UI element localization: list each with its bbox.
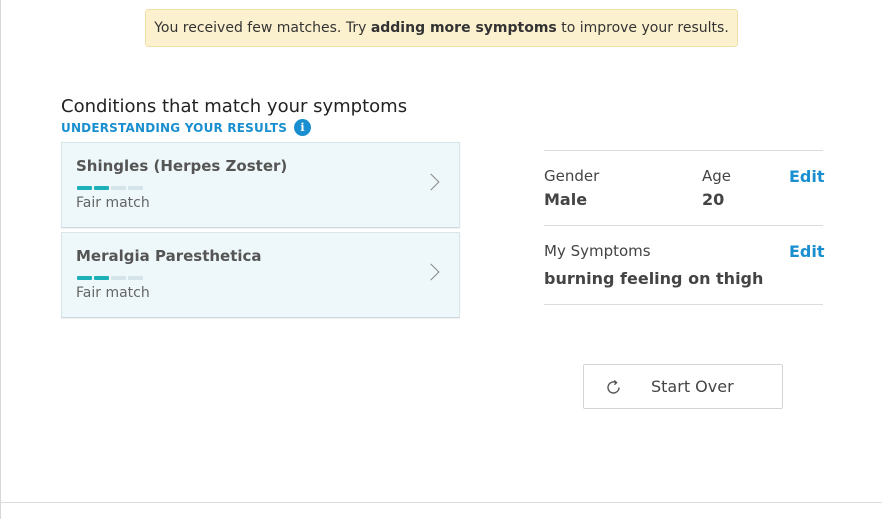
refresh-icon	[607, 380, 620, 394]
results-heading: Conditions that match your symptoms	[61, 96, 408, 117]
edit-symptoms-button[interactable]: Edit	[789, 242, 825, 261]
age-value: 20	[702, 190, 725, 209]
profile-divider-bottom	[544, 304, 823, 305]
symptoms-value: burning feeling on thigh	[544, 269, 764, 288]
age-label: Age	[702, 167, 732, 185]
gender-label: Gender	[544, 167, 600, 185]
understanding-results-label[interactable]: UNDERSTANDING YOUR RESULTS	[61, 121, 287, 135]
my-symptoms-label: My Symptoms	[544, 242, 651, 260]
condition-name[interactable]: Shingles (Herpes Zoster)	[76, 157, 287, 175]
chevron-right-icon[interactable]	[422, 173, 440, 191]
match-meter	[77, 186, 143, 190]
start-over-label[interactable]: Start Over	[651, 377, 734, 396]
chevron-right-icon[interactable]	[422, 263, 440, 281]
match-meter-segment	[128, 276, 143, 280]
profile-divider-top	[544, 150, 823, 151]
match-meter	[77, 276, 143, 280]
profile-divider-middle	[544, 225, 823, 226]
match-meter-segment	[77, 186, 92, 190]
match-meter-segment	[94, 276, 109, 280]
left-border	[0, 0, 1, 519]
match-meter-segment	[111, 186, 126, 190]
banner-text-prefix: You received few matches. Try	[154, 20, 367, 36]
few-matches-banner: You received few matches. Try adding mor…	[145, 9, 738, 47]
banner-text-suffix: to improve your results.	[561, 20, 729, 36]
condition-card[interactable]: Meralgia Paresthetica Fair match	[61, 232, 460, 318]
bottom-border	[0, 502, 882, 503]
banner-add-symptoms-link[interactable]: adding more symptoms	[371, 20, 557, 36]
condition-card[interactable]: Shingles (Herpes Zoster) Fair match	[61, 142, 460, 228]
match-strength-label: Fair match	[76, 195, 150, 211]
match-meter-segment	[128, 186, 143, 190]
match-strength-label: Fair match	[76, 285, 150, 301]
condition-name[interactable]: Meralgia Paresthetica	[76, 247, 262, 265]
understanding-results-link[interactable]: UNDERSTANDING YOUR RESULTS i	[61, 119, 312, 136]
match-meter-segment	[111, 276, 126, 280]
match-meter-segment	[77, 276, 92, 280]
start-over-button[interactable]: Start Over	[583, 364, 783, 409]
match-meter-segment	[94, 186, 109, 190]
edit-profile-button[interactable]: Edit	[789, 167, 825, 186]
info-icon[interactable]: i	[294, 119, 312, 136]
gender-value: Male	[544, 190, 588, 209]
